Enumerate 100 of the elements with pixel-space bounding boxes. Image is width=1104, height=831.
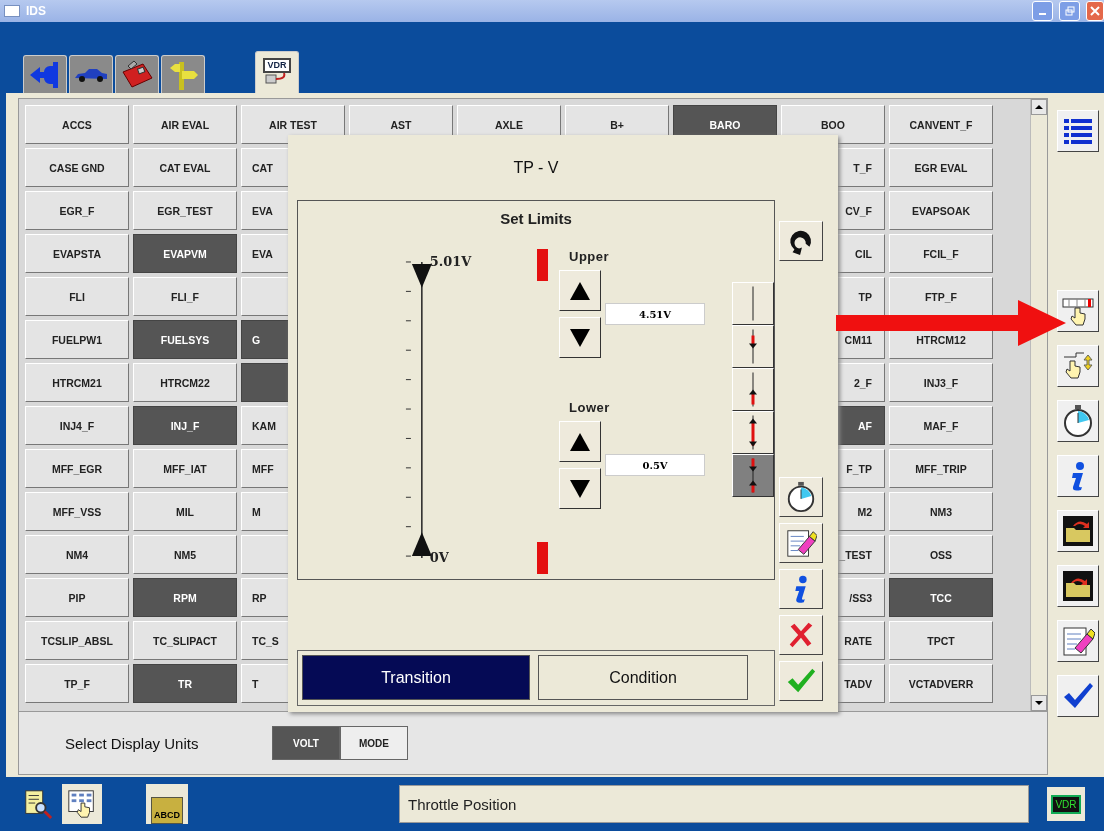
binder-button[interactable]: ABCD: [146, 784, 188, 824]
stopwatch-icon: [785, 481, 817, 513]
increase-button[interactable]: [559, 421, 602, 462]
trigger-tab[interactable]: Transition: [302, 655, 530, 700]
pid-button[interactable]: FUELPW1: [25, 320, 129, 359]
pid-button[interactable]: EGR_TEST: [133, 191, 237, 230]
pid-button[interactable]: EGR_F: [25, 191, 129, 230]
pid-button[interactable]: MFF_VSS: [25, 492, 129, 531]
upper-limit-field[interactable]: 4.51V: [605, 303, 706, 325]
pid-button[interactable]: NM5: [133, 535, 237, 574]
toolbar-button[interactable]: [1057, 565, 1099, 607]
pid-button[interactable]: FCIL_F: [889, 234, 993, 273]
pid-button[interactable]: TR: [133, 664, 237, 703]
down-triangle-icon: [568, 477, 593, 500]
toolbar-button[interactable]: [1057, 455, 1099, 497]
pid-button[interactable]: RPM: [133, 578, 237, 617]
toolbar-button[interactable]: [1057, 620, 1099, 662]
pid-button[interactable]: FLI_F: [133, 277, 237, 316]
dialog-title: TP - V: [513, 158, 559, 177]
limit-marker: [537, 542, 549, 574]
dialog-button[interactable]: [779, 569, 823, 609]
pid-button[interactable]: CANVENT_F: [889, 105, 993, 144]
toolbar-button[interactable]: [1057, 675, 1099, 717]
pid-button[interactable]: HTRCM22: [133, 363, 237, 402]
minimize-button[interactable]: [1032, 1, 1053, 21]
pid-button[interactable]: MFF_IAT: [133, 449, 237, 488]
pid-button[interactable]: PIP: [25, 578, 129, 617]
pid-button[interactable]: TCSLIP_ABSL: [25, 621, 129, 660]
close-button[interactable]: [1086, 1, 1104, 21]
restore-button[interactable]: [1059, 1, 1080, 21]
pid-button[interactable]: INJ3_F: [889, 363, 993, 402]
down-triangle-icon: [1035, 700, 1043, 706]
pid-button[interactable]: FLI: [25, 277, 129, 316]
limit-marker: [537, 249, 549, 281]
toolbar-tab[interactable]: VDR: [255, 51, 299, 93]
limit-mode-icon: [748, 415, 758, 450]
limit-mode-button[interactable]: [732, 454, 774, 497]
pid-button[interactable]: EVAPSOAK: [889, 191, 993, 230]
lower-label: Lower: [569, 400, 611, 415]
toolbar-button[interactable]: [1057, 290, 1099, 332]
decrease-button[interactable]: [559, 468, 602, 509]
minimize-icon: [1039, 13, 1046, 15]
restore-icon: [1064, 6, 1075, 16]
limit-mode-button[interactable]: [732, 411, 774, 454]
toolbar-button[interactable]: [1057, 400, 1099, 442]
dialog-button[interactable]: [779, 477, 823, 517]
pid-button[interactable]: NM3: [889, 492, 993, 531]
toolbar-button[interactable]: [1057, 345, 1099, 387]
view-tab[interactable]: [62, 784, 102, 824]
pid-button[interactable]: CAT EVAL: [133, 148, 237, 187]
window-title: IDS: [26, 4, 47, 18]
dialog-button[interactable]: [779, 221, 823, 261]
pid-button[interactable]: MIL: [133, 492, 237, 531]
pid-button[interactable]: INJ_F: [133, 406, 237, 445]
decrease-button[interactable]: [559, 317, 602, 358]
pid-button[interactable]: OSS: [889, 535, 993, 574]
panel-title: Set Limits: [500, 210, 572, 227]
pid-button[interactable]: FUELSYS: [133, 320, 237, 359]
scroll-up-button[interactable]: [1031, 99, 1047, 115]
pid-button[interactable]: EGR EVAL: [889, 148, 993, 187]
increase-button[interactable]: [559, 270, 602, 311]
toolbar-button[interactable]: [1057, 510, 1099, 552]
eraser-icon: [1061, 624, 1095, 658]
toolbar-tab[interactable]: [69, 55, 113, 93]
pid-button[interactable]: MFF_EGR: [25, 449, 129, 488]
lower-limit-field[interactable]: 0.5V: [605, 454, 706, 476]
pid-button[interactable]: INJ4_F: [25, 406, 129, 445]
units-label: Select Display Units: [65, 734, 200, 752]
pid-button[interactable]: AIR EVAL: [133, 105, 237, 144]
dialog-button[interactable]: [779, 661, 823, 701]
pid-button[interactable]: EVAPSTA: [25, 234, 129, 273]
pid-button[interactable]: ACCS: [25, 105, 129, 144]
dialog-button[interactable]: [779, 615, 823, 655]
dialog-button[interactable]: [779, 523, 823, 563]
pid-button[interactable]: EVAPVM: [133, 234, 237, 273]
scroll-down-button[interactable]: [1031, 695, 1047, 711]
unit-option[interactable]: VOLT: [272, 726, 340, 760]
pid-button[interactable]: HTRCM21: [25, 363, 129, 402]
pid-button[interactable]: TPCT: [889, 621, 993, 660]
pid-button[interactable]: VCTADVERR: [889, 664, 993, 703]
pid-button[interactable]: TC_SLIPACT: [133, 621, 237, 660]
up-triangle-icon: [1035, 104, 1043, 110]
pid-button[interactable]: MAF_F: [889, 406, 993, 445]
pid-button[interactable]: NM4: [25, 535, 129, 574]
pid-button[interactable]: CASE GND: [25, 148, 129, 187]
window-icon: [4, 5, 20, 17]
pid-button[interactable]: TCC: [889, 578, 993, 617]
upper-label: Upper: [569, 249, 611, 264]
limit-mode-button[interactable]: [732, 325, 774, 368]
pid-button[interactable]: FTP_F: [889, 277, 993, 316]
unit-option[interactable]: MODE: [340, 726, 408, 760]
limit-mode-button[interactable]: [732, 368, 774, 411]
pid-button[interactable]: MFF_TRIP: [889, 449, 993, 488]
trigger-tab[interactable]: Condition: [538, 655, 748, 700]
pid-button[interactable]: TP_F: [25, 664, 129, 703]
limit-mode-button[interactable]: [732, 282, 774, 325]
toolbar-button[interactable]: [1057, 110, 1099, 152]
toolbar-tab[interactable]: [23, 55, 67, 93]
toolbar-tab[interactable]: [115, 55, 159, 93]
scale-min-label: 0V: [429, 550, 449, 566]
